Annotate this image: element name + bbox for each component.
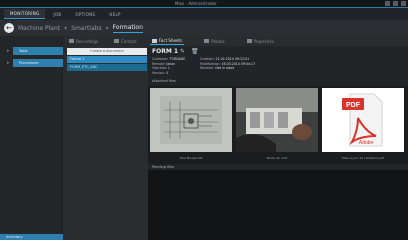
meta-value: Johan [166, 61, 176, 66]
pending-section-label: Pending files [152, 165, 175, 169]
file-thumbnail[interactable] [236, 88, 318, 152]
tab-label: Photos [211, 38, 225, 44]
meta-left: Customer: TORNADE Remote: Johan Operator… [152, 57, 185, 75]
sidebar-item-inventory[interactable]: Inventory [0, 234, 63, 240]
chevron-right-icon[interactable]: ▸ [7, 47, 10, 55]
list-item[interactable]: FORM_ETC_ARC [67, 64, 147, 71]
attached-files-grid: PDF Adobe Nice Blueprints Photo de coût … [148, 86, 408, 164]
contact-icon [114, 39, 120, 43]
detail-tabs: Fact Sheets Photos Properties [148, 36, 408, 46]
meta-value: 4 [165, 70, 168, 75]
tab-recordings[interactable]: Recordings [67, 38, 100, 45]
meta-value: L [168, 66, 171, 70]
meta-value: Not in stock [215, 66, 235, 70]
tab-label: Fact Sheets [159, 38, 183, 43]
edit-icon[interactable]: ✎ [180, 48, 185, 55]
meta-key: Modification: [200, 61, 221, 66]
tab-properties[interactable]: Properties [245, 38, 276, 45]
meta-key: Version: [152, 70, 165, 75]
properties-icon [246, 39, 252, 43]
tab-fact-sheets[interactable]: Fact Sheets [150, 37, 185, 45]
window-title: Maxi - Administrador [175, 1, 217, 6]
window-controls [385, 1, 406, 6]
pdf-icon: PDF Adobe [322, 88, 404, 152]
page-title: FORM 1 [152, 48, 179, 55]
back-arrow-icon[interactable]: ← [4, 23, 14, 33]
tab-photos[interactable]: Photos [202, 38, 227, 45]
minimize-icon[interactable] [385, 1, 390, 6]
files-section-label: Attached files [152, 79, 177, 83]
document-list-panel: Create a document Forme 1 FORM_ETC_ARC [63, 36, 148, 240]
document-icon [152, 38, 157, 43]
detail-panel: FORM 1 ✎ 🗑 Customer: TORNADE Remote: Joh… [148, 46, 408, 240]
title-bar: Maxi - Administrador [0, 0, 408, 8]
meta-right: Creation: 21.02.2014 09:12:01 Modificati… [200, 57, 255, 71]
file-caption: Nice Blueprints [179, 156, 203, 160]
trash-icon[interactable]: 🗑 [191, 48, 199, 55]
tab-label: Recordings [76, 38, 99, 44]
close-icon[interactable] [401, 1, 406, 6]
photo-image [236, 88, 318, 152]
svg-text:Adobe: Adobe [359, 140, 374, 146]
tab-label: Contact [121, 38, 137, 44]
svg-text:PDF: PDF [346, 102, 361, 109]
sidebar-item-tools[interactable]: Tools [13, 47, 63, 55]
tab-label: Properties [253, 38, 274, 44]
film-icon [69, 39, 74, 43]
file-caption: Mise à jour de l'antenne.pdf [342, 156, 384, 160]
meta-row: Revision: Not in stock [200, 66, 255, 71]
breadcrumb-item-smartlabs[interactable]: Smartlabs [71, 25, 101, 32]
meta-key: Revision: [200, 66, 215, 70]
meta-key: Customer: [152, 57, 169, 61]
meta-key: Operator: [152, 66, 168, 70]
breadcrumb-item-plant[interactable]: Machine Plant [18, 25, 60, 32]
meta-row: Version: 4 [152, 71, 185, 76]
meta-key: Creation: [200, 57, 215, 61]
breadcrumb: ← Machine Plant ▾ Smartlabs ▾ Formation [0, 20, 408, 36]
menu-job[interactable]: JOB [47, 10, 67, 19]
file-caption: Photo de coût [266, 156, 288, 160]
breadcrumb-item-formation[interactable]: Formation [112, 24, 143, 33]
menu-options[interactable]: OPTIONS [69, 10, 101, 19]
tab-contact[interactable]: Contact [112, 38, 139, 45]
menu-bar: MONITORING JOB OPTIONS HELP [0, 8, 408, 20]
blueprint-image [150, 88, 232, 152]
menu-help[interactable]: HELP [103, 10, 126, 19]
meta-key: Remote: [152, 61, 166, 66]
menu-monitoring[interactable]: MONITORING [4, 9, 46, 19]
detail-actions: ✎ 🗑 [180, 48, 199, 55]
camera-icon [204, 39, 210, 43]
sidebar: ▸ Tools ▸ Procedures Inventory [0, 36, 63, 240]
sidebar-item-procedures[interactable]: Procedures [13, 59, 63, 67]
meta-value: 21.02.2014 09:12:01 [215, 57, 250, 61]
list-item[interactable]: Forme 1 [67, 56, 147, 63]
file-thumbnail[interactable] [150, 88, 232, 152]
file-thumbnail[interactable]: PDF Adobe [322, 88, 404, 152]
chevron-down-icon[interactable]: ▾ [106, 25, 109, 32]
create-document-button[interactable]: Create a document [67, 48, 147, 55]
maximize-icon[interactable] [393, 1, 398, 6]
meta-value: 16.03.2014 09:04:17 [221, 61, 256, 66]
pending-files-area [148, 170, 408, 240]
chevron-right-icon[interactable]: ▸ [7, 59, 10, 67]
meta-value: TORNADE [169, 57, 186, 61]
chevron-down-icon[interactable]: ▾ [64, 25, 67, 32]
